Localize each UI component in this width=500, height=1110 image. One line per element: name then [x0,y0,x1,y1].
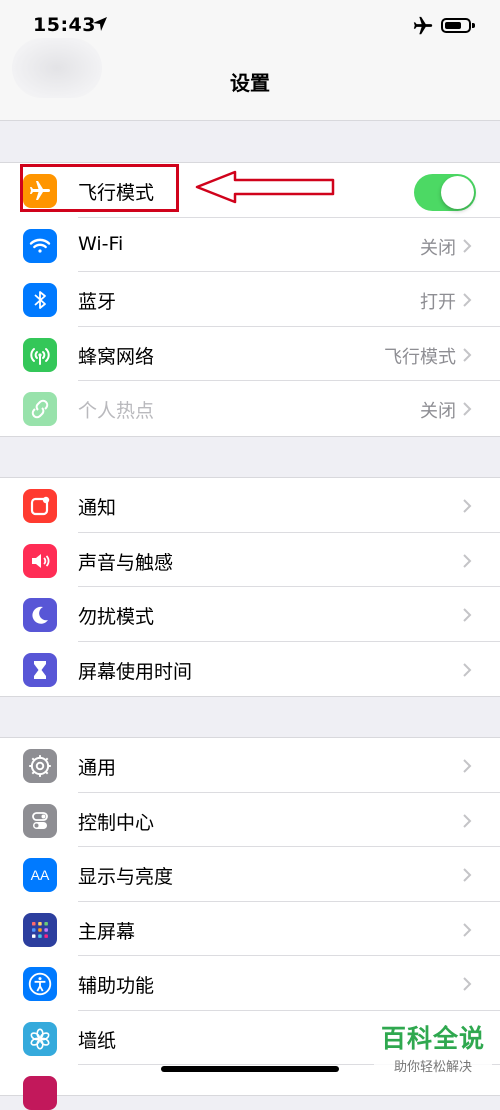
annotation-highlight-box [20,164,179,212]
row-label: Wi-Fi [78,232,124,255]
watermark: 百科全说 助你轻松解决 [374,1017,492,1075]
moon-icon [23,598,57,632]
row-personal-hotspot[interactable]: 个人热点 关闭 [0,381,500,436]
row-label: 主屏幕 [78,920,136,943]
home-screen-icon [23,912,57,947]
row-sounds-haptics[interactable]: 声音与触感 [0,533,500,587]
row-label: 声音与触感 [78,551,174,574]
hotspot-icon [23,392,57,426]
page-title: 设置 [230,71,270,95]
chevron-right-icon [463,499,472,513]
row-value: 飞行模式 [384,346,456,368]
row-notifications[interactable]: 通知 [0,478,500,533]
location-arrow-icon [93,17,107,31]
bluetooth-icon [23,283,57,317]
notifications-group: 通知 声音与触感 勿扰模式 屏幕使用时间 [0,477,500,697]
chevron-right-icon [463,238,472,253]
hourglass-icon [23,652,57,687]
row-label: 蓝牙 [78,291,117,313]
chevron-right-icon [463,662,472,677]
row-label: 个人热点 [78,400,155,422]
profile-row-remnant [0,107,500,121]
chevron-right-icon [463,922,472,937]
row-do-not-disturb[interactable]: 勿扰模式 [0,587,500,642]
gear-icon [23,749,57,783]
top-bar: 15:43 设置 [0,0,500,108]
accessibility-icon [23,967,57,1001]
watermark-main: 百科全说 [380,1024,485,1053]
airplane-status-icon [413,16,433,35]
display-icon: AA [23,858,57,892]
chevron-right-icon [463,759,472,773]
row-display-brightness[interactable]: AA 显示与亮度 [0,847,500,902]
row-value: 关闭 [420,237,456,259]
row-screen-time[interactable]: 屏幕使用时间 [0,642,500,697]
row-accessibility[interactable]: 辅助功能 [0,956,500,1011]
annotation-arrow [195,170,335,204]
chevron-right-icon [463,402,472,416]
row-label: 蜂窝网络 [78,345,155,368]
chevron-right-icon [463,608,472,622]
row-label: 控制中心 [78,811,155,834]
row-label: 通用 [78,757,117,779]
chevron-right-icon [463,553,472,568]
row-label: 通知 [78,497,117,519]
row-label: 墙纸 [78,1029,117,1052]
row-home-screen[interactable]: 主屏幕 [0,902,500,956]
airplane-mode-toggle[interactable] [414,174,476,211]
chevron-right-icon [463,977,472,991]
watermark-sub: 助你轻松解决 [393,1060,472,1075]
row-general[interactable]: 通用 [0,738,500,793]
row-label: 辅助功能 [78,975,155,997]
row-label: 勿扰模式 [78,606,155,628]
notifications-icon [23,489,57,523]
row-bluetooth[interactable]: 蓝牙 打开 [0,272,500,327]
chevron-right-icon [463,293,472,307]
battery-icon [441,18,475,33]
row-control-center[interactable]: 控制中心 [0,793,500,847]
row-wifi[interactable]: Wi-Fi 关闭 [0,218,500,272]
chevron-right-icon [463,813,472,828]
siri-icon [23,1076,57,1110]
control-center-icon [23,803,57,838]
row-label: 屏幕使用时间 [78,660,193,683]
wallpaper-icon [23,1021,57,1056]
status-time: 15:43 [33,14,96,36]
wifi-icon [23,228,57,263]
chevron-right-icon [463,868,472,882]
chevron-right-icon [463,347,472,362]
row-label: 显示与亮度 [78,866,174,888]
cellular-icon [23,337,57,372]
row-value: 打开 [420,292,456,313]
row-value: 关闭 [420,401,456,422]
sound-icon [23,543,57,578]
home-indicator[interactable] [161,1066,339,1072]
svg-text:AA: AA [31,867,50,883]
row-cellular[interactable]: 蜂窝网络 飞行模式 [0,327,500,381]
